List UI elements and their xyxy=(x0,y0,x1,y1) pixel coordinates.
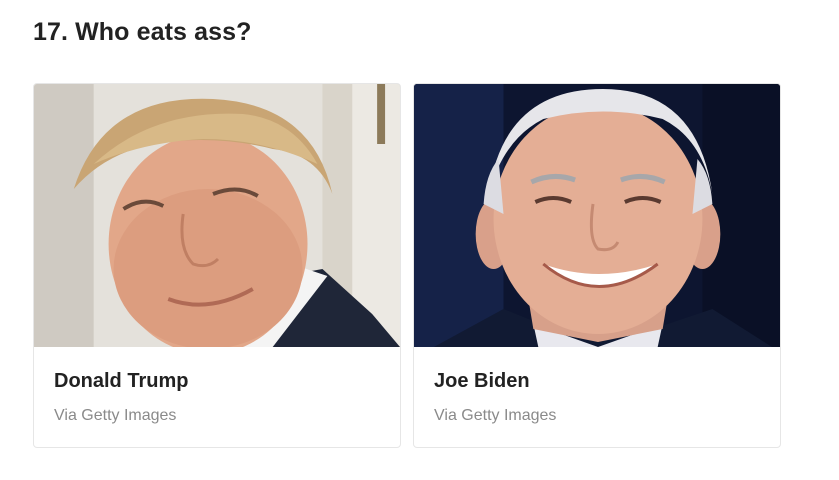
photo-credit: Via Getty Images xyxy=(434,407,557,424)
answer-photo-2 xyxy=(414,84,780,347)
answer-option-2[interactable]: Joe Biden Via Getty Images xyxy=(413,83,781,448)
photo-credit: Via Getty Images xyxy=(54,407,177,424)
answer-caption-1: Donald Trump Via Getty Images xyxy=(34,347,400,425)
answer-caption-2: Joe Biden Via Getty Images xyxy=(414,347,780,425)
question-title: 17. Who eats ass? xyxy=(33,18,252,46)
answer-name: Joe Biden xyxy=(434,370,530,392)
answer-grid: Donald Trump Via Getty Images Joe Biden … xyxy=(33,83,781,448)
answer-name: Donald Trump xyxy=(54,370,189,392)
answer-option-1[interactable]: Donald Trump Via Getty Images xyxy=(33,83,401,448)
portrait-photo-1 xyxy=(34,84,400,347)
answer-photo-1 xyxy=(34,84,400,347)
portrait-photo-2 xyxy=(414,84,780,347)
